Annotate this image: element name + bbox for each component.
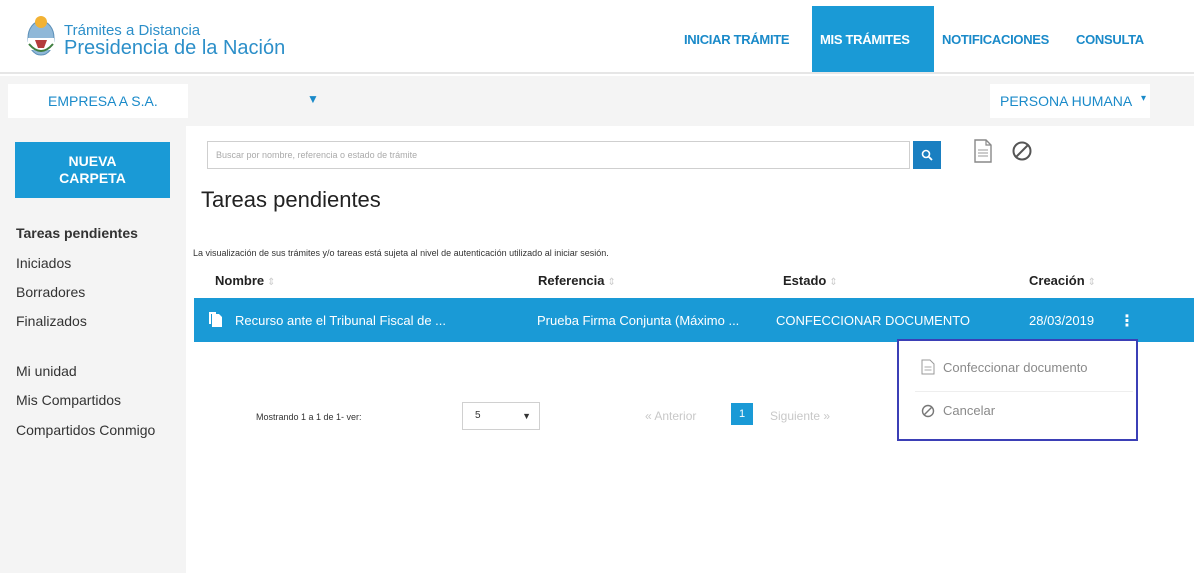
table-row[interactable]: Recurso ante el Tribunal Fiscal de ... P… [194, 298, 1194, 342]
main-nav: INICIAR TRÁMITE MIS TRÁMITES NOTIFICACIO… [676, 6, 1160, 72]
persona-label: PERSONA HUMANA [1000, 93, 1133, 109]
column-header-referencia[interactable]: Referencia ⇕ [538, 273, 616, 288]
results-summary: Mostrando 1 a 1 de 1- ver: [256, 412, 362, 422]
brand-title: Presidencia de la Nación [64, 37, 286, 59]
caret-down-icon: ▼ [522, 411, 531, 421]
page-title: Tareas pendientes [201, 187, 381, 212]
menu-item-confeccionar-documento[interactable]: Confeccionar documento [921, 359, 1088, 375]
next-page-link[interactable]: Siguiente » [770, 409, 830, 423]
column-header-creacion[interactable]: Creación ⇕ [1029, 273, 1096, 288]
new-folder-label-line1: NUEVA [68, 153, 117, 169]
sidebar-item-compartidos-conmigo[interactable]: Compartidos Conmigo [16, 422, 155, 438]
sidebar: NUEVA CARPETA Tareas pendientes Iniciado… [0, 126, 186, 573]
nav-notificaciones[interactable]: NOTIFICACIONES [934, 6, 1068, 72]
column-header-nombre[interactable]: Nombre ⇕ [215, 273, 276, 288]
per-page-select[interactable]: 5 ▼ [462, 402, 540, 430]
company-selector[interactable]: EMPRESA A S.A. [8, 84, 188, 118]
column-label: Nombre [215, 273, 265, 288]
menu-item-cancelar[interactable]: Cancelar [921, 403, 995, 418]
page-number-current[interactable]: 1 [731, 403, 753, 425]
sort-icon: ⇕ [1087, 277, 1097, 288]
column-label: Estado [783, 273, 827, 288]
per-page-value: 5 [475, 410, 481, 421]
more-options-icon[interactable]: ⋮ [1119, 311, 1135, 331]
search-button[interactable] [913, 141, 941, 169]
new-folder-label-line2: CARPETA [59, 170, 126, 186]
menu-item-label: Cancelar [943, 403, 996, 418]
nav-mis-tramites[interactable]: MIS TRÁMITES [812, 6, 934, 72]
context-bar: EMPRESA A S.A. ▼ PERSONA HUMANA ▾ [0, 76, 1194, 126]
menu-divider [915, 391, 1133, 392]
search-input[interactable]: Buscar por nombre, referencia o estado d… [207, 141, 910, 169]
document-icon [921, 359, 935, 375]
sort-icon: ⇕ [607, 277, 616, 288]
cell-creacion: 28/03/2019 [1029, 313, 1095, 328]
top-header: Trámites a Distancia Presidencia de la N… [0, 0, 1194, 74]
nav-consulta[interactable]: CONSULTA [1068, 6, 1160, 72]
sidebar-item-mi-unidad[interactable]: Mi unidad [16, 363, 77, 379]
sidebar-item-borradores[interactable]: Borradores [16, 284, 85, 300]
sidebar-item-mis-compartidos[interactable]: Mis Compartidos [16, 392, 121, 408]
caret-down-icon: ▾ [1140, 93, 1146, 104]
national-shield-logo [27, 16, 55, 56]
persona-selector[interactable]: PERSONA HUMANA ▾ [990, 84, 1150, 118]
copy-document-icon [209, 312, 222, 327]
search-icon [921, 149, 933, 161]
sort-icon: ⇕ [267, 277, 276, 288]
sidebar-item-iniciados[interactable]: Iniciados [16, 255, 71, 271]
previous-page-link[interactable]: « Anterior [645, 409, 696, 423]
column-header-estado[interactable]: Estado ⇕ [783, 273, 838, 288]
column-label: Referencia [538, 273, 605, 288]
new-folder-button[interactable]: NUEVA CARPETA [15, 142, 170, 198]
sidebar-item-tareas-pendientes[interactable]: Tareas pendientes [16, 225, 138, 241]
company-name: EMPRESA A S.A. [48, 93, 158, 109]
nav-iniciar-tramite[interactable]: INICIAR TRÁMITE [676, 6, 812, 72]
cell-nombre: Recurso ante el Tribunal Fiscal de ... [235, 313, 446, 328]
row-actions-menu: Confeccionar documento Cancelar [897, 339, 1138, 441]
sidebar-item-finalizados[interactable]: Finalizados [16, 313, 87, 329]
menu-item-label: Confeccionar documento [943, 359, 1088, 375]
caret-down-icon[interactable]: ▼ [307, 92, 319, 106]
cell-estado: CONFECCIONAR DOCUMENTO [776, 313, 971, 328]
cell-referencia: Prueba Firma Conjunta (Máximo ... [537, 313, 740, 328]
sort-icon: ⇕ [829, 277, 838, 288]
cancel-icon[interactable] [1011, 140, 1033, 162]
cancel-icon [921, 404, 935, 417]
column-label: Creación [1029, 273, 1085, 288]
auth-notice: La visualización de sus trámites y/o tar… [193, 248, 609, 258]
document-icon[interactable] [973, 139, 993, 163]
